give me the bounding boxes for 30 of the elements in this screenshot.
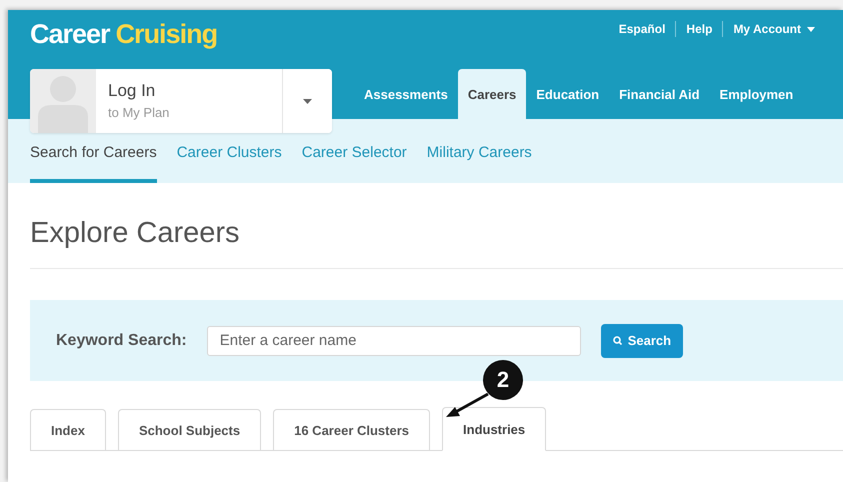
login-subtitle: to My Plan xyxy=(108,105,170,120)
login-title: Log In xyxy=(108,81,156,101)
top-link[interactable]: Español xyxy=(618,22,666,36)
search-label: Keyword Search: xyxy=(56,332,187,350)
callout-number: 2 xyxy=(496,366,510,394)
search-icon xyxy=(612,336,622,345)
avatar-icon xyxy=(30,69,96,133)
nav-tab[interactable]: Careers xyxy=(458,69,526,119)
logo[interactable]: Career Cruising xyxy=(30,18,218,50)
caret-icon xyxy=(807,26,815,32)
nav-tab[interactable]: Employmen xyxy=(710,69,804,119)
tab[interactable]: School Subjects xyxy=(118,409,262,450)
subnav-link[interactable]: Career Clusters xyxy=(176,137,282,183)
top-link[interactable]: Help xyxy=(686,22,712,36)
search-field[interactable]: Enter a career name xyxy=(206,326,581,356)
subnav-link[interactable]: Military Careers xyxy=(426,137,532,183)
top-link[interactable]: My Account xyxy=(733,22,815,36)
nav-tab[interactable]: Assessments xyxy=(354,69,458,119)
nav-tab[interactable]: Financial Aid xyxy=(609,69,710,119)
subnav-link[interactable]: Career Selector xyxy=(302,137,407,183)
search-button[interactable]: Search xyxy=(600,324,684,358)
subnav-link[interactable]: Search for Careers xyxy=(30,137,157,183)
dropdown-button[interactable] xyxy=(282,69,332,133)
caret-icon xyxy=(303,98,312,104)
tab[interactable]: Index xyxy=(30,409,106,450)
nav-tab[interactable]: Education xyxy=(526,69,610,119)
tab[interactable]: 16 Career Clusters xyxy=(273,409,430,450)
page-heading: Explore Careers xyxy=(30,183,843,269)
tab[interactable]: Industries xyxy=(442,407,546,451)
login-card[interactable]: Log In to My Plan xyxy=(30,69,332,133)
